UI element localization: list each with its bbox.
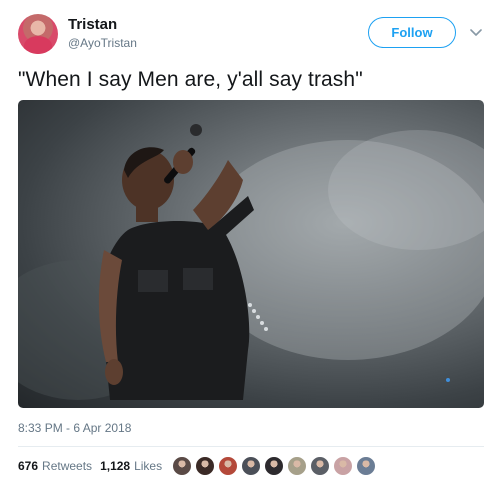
retweets-count: 676 (18, 459, 39, 473)
liker-avatar[interactable] (356, 456, 376, 476)
liker-avatar[interactable] (333, 456, 353, 476)
tweet-stats: 676 Retweets 1,128 Likes (18, 456, 170, 476)
divider (18, 446, 484, 447)
likes-count: 1,128 (100, 459, 131, 473)
liker-avatar[interactable] (218, 456, 238, 476)
tweet-card: Tristan @AyoTristan Follow "When I say M… (0, 0, 500, 480)
liker-avatar[interactable] (264, 456, 284, 476)
likes-label: Likes (134, 459, 163, 473)
liker-avatar[interactable] (287, 456, 307, 476)
liker-avatar[interactable] (241, 456, 261, 476)
tweet-photo[interactable] (18, 100, 484, 408)
liker-avatar[interactable] (172, 456, 192, 476)
tweet-timestamp[interactable]: 8:33 PM - 6 Apr 2018 (18, 421, 131, 435)
user-name[interactable]: Tristan (68, 16, 117, 33)
user-handle[interactable]: @AyoTristan (68, 36, 137, 50)
chevron-down-icon[interactable] (469, 26, 483, 40)
liker-avatar[interactable] (310, 456, 330, 476)
follow-button[interactable]: Follow (368, 17, 456, 48)
retweets-stat[interactable]: 676 Retweets (18, 459, 92, 473)
liker-avatar[interactable] (195, 456, 215, 476)
tweet-text: "When I say Men are, y'all say trash" (18, 68, 363, 91)
liker-avatars (172, 455, 379, 477)
user-avatar[interactable] (18, 14, 58, 54)
retweets-label: Retweets (42, 459, 93, 473)
likes-stat[interactable]: 1,128 Likes (100, 459, 162, 473)
